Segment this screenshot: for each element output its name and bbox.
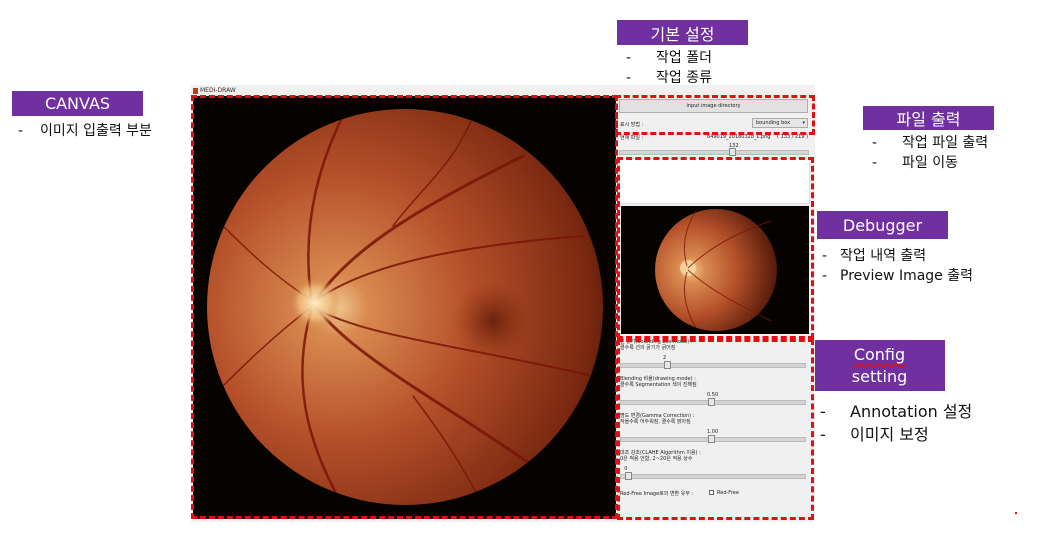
- current-file-label: 현재 파일 :: [620, 135, 644, 141]
- red-dot: [1015, 512, 1017, 514]
- file-output-bullets: - 작업 파일 출력 - 파일 이동: [872, 135, 989, 171]
- canvas-region-outline: [191, 95, 618, 519]
- basic-settings-bullets: - 작업 폴더 - 작업 종류: [626, 50, 712, 86]
- basic-settings-label-text: 기본 설정: [650, 24, 715, 44]
- app-icon: [193, 87, 198, 94]
- file-output-label-text: 파일 출력: [896, 110, 961, 129]
- file-output-label: 파일 출력: [863, 106, 994, 130]
- config-label: Config setting: [814, 340, 945, 391]
- file-output-bullet-2: 파일 이동: [902, 155, 958, 171]
- canvas-bullets: - 이미지 입출력 부분: [18, 123, 152, 139]
- config-bullet-1: Annotation 설정: [850, 402, 973, 421]
- debugger-bullets: - 작업 내역 출력 - Preview Image 출력: [822, 248, 974, 284]
- file-slider-thumb[interactable]: [728, 148, 736, 156]
- basic-settings-region-outline: [615, 95, 815, 135]
- config-label-line2: setting: [851, 366, 908, 386]
- canvas-label: CANVAS: [12, 91, 143, 116]
- basic-settings-label: 기본 설정: [617, 20, 748, 45]
- canvas-label-text: CANVAS: [44, 94, 111, 113]
- file-slider[interactable]: [619, 150, 809, 155]
- debugger-bullet-2: Preview Image 출력: [840, 268, 974, 284]
- app-title: MEDI-DRAW: [200, 87, 236, 94]
- config-bullets: - Annotation 설정 - 이미지 보정: [820, 402, 973, 444]
- debugger-bullet-1: 작업 내역 출력: [840, 248, 927, 264]
- config-bullet-2: 이미지 보정: [850, 425, 929, 444]
- config-label-line1: Config: [853, 344, 906, 364]
- file-output-bullet-1: 작업 파일 출력: [902, 135, 989, 151]
- debugger-label-text: Debugger: [842, 215, 923, 235]
- debugger-label: Debugger: [817, 211, 948, 239]
- debugger-region-outline: [617, 157, 814, 339]
- basic-bullet-1: 작업 폴더: [656, 50, 712, 66]
- canvas-bullet-1: 이미지 입출력 부분: [40, 123, 152, 139]
- config-region-outline: [617, 339, 814, 520]
